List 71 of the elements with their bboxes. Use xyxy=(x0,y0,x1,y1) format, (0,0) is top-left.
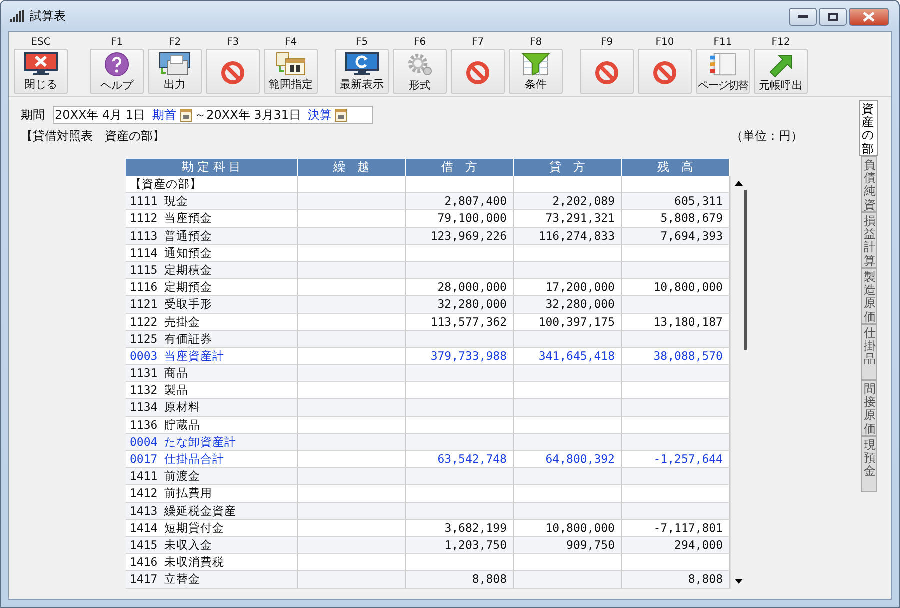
calendar-icon[interactable] xyxy=(180,108,192,122)
function-key-label: F4 xyxy=(284,36,298,49)
period-end-link[interactable]: 決算 xyxy=(308,106,332,124)
period-start-link[interactable]: 期首 xyxy=(152,106,177,124)
function-key-label: F6 xyxy=(414,36,426,49)
function-key-label: F8 xyxy=(530,36,542,49)
side-tab[interactable]: 負債純資 xyxy=(861,156,877,212)
period-label: 期間 xyxy=(21,106,45,124)
toolbar-button[interactable]: 条件 xyxy=(509,49,563,94)
minimize-icon xyxy=(798,15,808,19)
calendar-icon xyxy=(276,52,306,76)
unit-label: （単位：円） xyxy=(731,128,803,144)
toolbar-button[interactable]: 出力 xyxy=(148,49,202,94)
toolbar-button[interactable]: 形式 xyxy=(393,49,447,94)
function-key-label: F11 xyxy=(714,36,732,49)
prohibited-icon xyxy=(466,60,490,84)
gear-icon xyxy=(406,52,434,77)
function-key-label: F7 xyxy=(472,36,484,49)
toolbar-button[interactable]: 元帳呼出 xyxy=(754,49,808,94)
toolbar-button[interactable]: ページ切替 xyxy=(696,49,750,94)
maximize-icon xyxy=(828,13,838,21)
account-cell: 1417 立替金 xyxy=(126,571,298,588)
function-key-label: F3 xyxy=(226,36,240,49)
prohibited-icon xyxy=(653,60,677,84)
pages-icon xyxy=(708,52,738,77)
side-tab[interactable]: 仕掛品 xyxy=(861,324,877,380)
filter-icon xyxy=(521,52,551,76)
scroll-up-icon[interactable] xyxy=(735,180,743,186)
close-icon xyxy=(863,12,875,22)
function-key-label: F2 xyxy=(168,36,182,49)
prohibited-icon xyxy=(221,60,245,84)
close-button[interactable] xyxy=(849,8,889,26)
toolbar-button[interactable] xyxy=(638,49,692,94)
help-icon xyxy=(104,52,130,77)
function-key-label: F10 xyxy=(656,36,674,49)
toolbar-button[interactable]: 閉じる xyxy=(14,49,68,94)
side-tab[interactable]: 製造原価 xyxy=(861,268,877,324)
minimize-button[interactable] xyxy=(789,8,817,26)
scroll-thumb[interactable] xyxy=(744,190,747,350)
side-tab[interactable]: 現預金 xyxy=(861,436,877,492)
monitor-refresh-icon xyxy=(345,52,379,76)
column-header: 借 方 xyxy=(406,159,514,176)
column-header: 繰 越 xyxy=(298,159,406,176)
bar-chart-icon xyxy=(10,10,24,22)
maximize-button[interactable] xyxy=(819,8,847,26)
toolbar-button[interactable]: 最新表示 xyxy=(335,49,389,94)
toolbar-button[interactable] xyxy=(206,49,260,94)
monitor-x-icon xyxy=(24,52,58,76)
column-header: 勘 定 科 目 xyxy=(126,159,298,176)
function-key-label: F5 xyxy=(356,36,368,49)
amount-cell: 8,808 xyxy=(406,571,514,588)
function-key-label: F12 xyxy=(772,36,790,49)
printer-icon xyxy=(159,52,191,76)
function-key-label: ESC xyxy=(31,36,51,49)
function-key-label: F9 xyxy=(600,36,614,49)
toolbar-button[interactable] xyxy=(451,49,505,94)
calendar-icon[interactable] xyxy=(335,108,348,122)
column-header: 残 高 xyxy=(622,159,730,176)
side-tab[interactable]: 間接原価 xyxy=(861,380,877,436)
report-heading: 【貸借対照表 資産の部】 xyxy=(21,128,165,144)
toolbar-button[interactable]: ヘルプ xyxy=(90,49,144,94)
window-title: 試算表 xyxy=(30,8,67,24)
column-header: 貸 方 xyxy=(514,159,622,176)
period-field[interactable]: 20XX年 4月 1日 期首 ～20XX年 3月31日 決算 xyxy=(53,106,373,124)
side-tab[interactable]: 資産の部 xyxy=(859,100,878,156)
toolbar-button[interactable]: 範囲指定 xyxy=(264,49,318,94)
prohibited-icon xyxy=(595,60,619,84)
function-key-label: F1 xyxy=(110,36,124,49)
toolbar-button[interactable] xyxy=(580,49,634,94)
side-tab[interactable]: 損益計算 xyxy=(861,212,877,268)
scroll-down-icon[interactable] xyxy=(735,579,743,584)
